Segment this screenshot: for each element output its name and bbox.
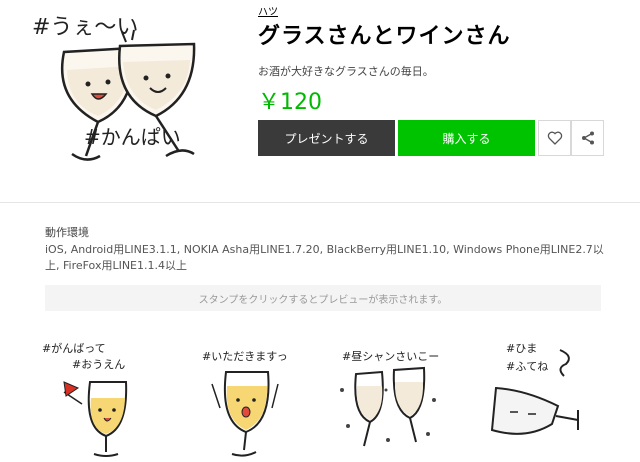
sticker-text: #がんばって: [42, 341, 106, 355]
sticker-text: #ひま: [506, 342, 537, 355]
buy-button[interactable]: 購入する: [398, 120, 535, 156]
gift-button[interactable]: プレゼントする: [258, 120, 395, 156]
main-sticker-image: #うぇ～い #かんぱい: [32, 15, 196, 161]
share-button[interactable]: [571, 120, 604, 156]
environment-text: iOS, Android用LINE3.1.1, NOKIA Asha用LINE1…: [45, 243, 604, 272]
environment-label: 動作環境: [45, 226, 89, 239]
section-divider: [0, 202, 640, 203]
product-description: お酒が大好きなグラスさんの毎日。: [258, 65, 434, 78]
author-link[interactable]: ハツ: [258, 3, 278, 18]
heart-icon: [547, 131, 562, 145]
sticker-text: #おうえん: [72, 358, 125, 371]
product-header: #うぇ～い #かんぱい ハツ グラスさんとワインさん お酒が大好きなグラスさんの…: [0, 0, 640, 200]
preview-hint: スタンプをクリックするとプレビューが表示されます。: [45, 285, 601, 311]
product-price: ￥120: [258, 90, 322, 115]
like-button[interactable]: [538, 120, 571, 156]
share-icon: [581, 131, 594, 145]
sticker-itadakimasu[interactable]: #いただきますっ: [182, 330, 302, 462]
sticker-cheer[interactable]: #がんばって #おうえん: [42, 330, 162, 462]
main-text-top: #うぇ～い: [32, 15, 138, 40]
sticker-party[interactable]: #昼シャンさいこー: [328, 330, 448, 462]
sticker-bored[interactable]: #ひま #ふてね: [466, 330, 586, 462]
sticker-text: #昼シャンさいこー: [342, 350, 439, 363]
page-title: グラスさんとワインさん: [258, 24, 511, 49]
sticker-text: #いただきますっ: [202, 350, 288, 363]
sticker-text: #ふてね: [506, 360, 548, 373]
sticker-grid: #がんばって #おうえん #いただきますっ #昼シャンさいこー #ひま #ふてね: [30, 330, 620, 462]
main-text-bottom: #かんぱい: [84, 125, 181, 149]
